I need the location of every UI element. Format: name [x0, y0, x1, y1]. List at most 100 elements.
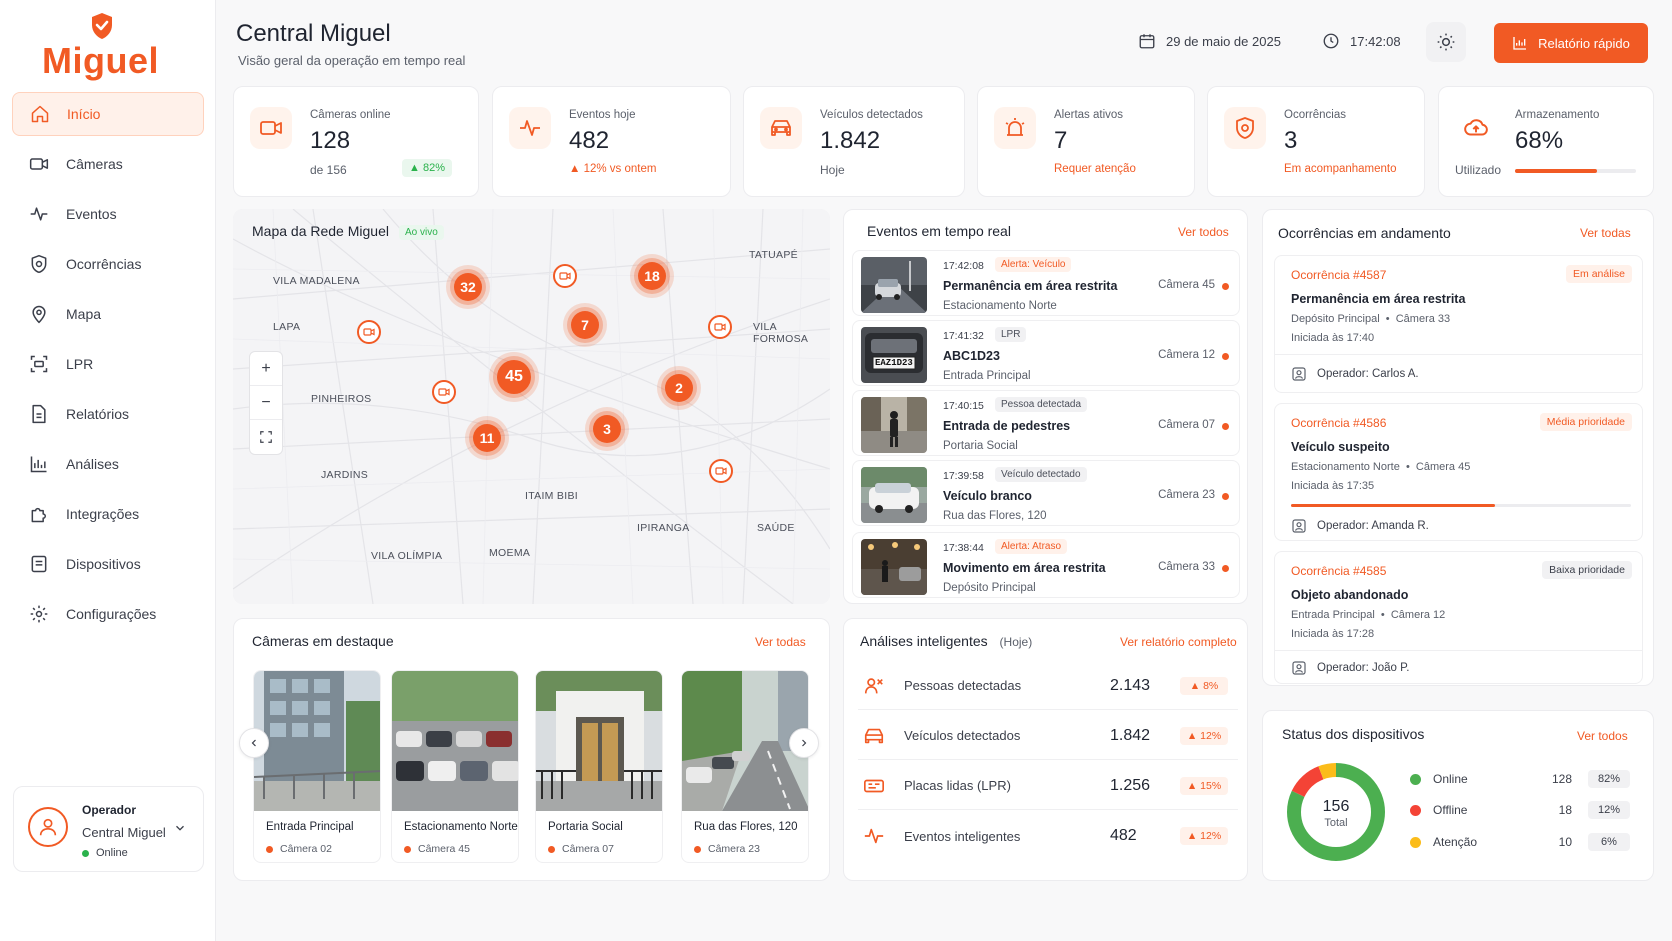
occurrences-see-all-link[interactable]: Ver todas: [1580, 226, 1631, 240]
map-cluster[interactable]: 3: [585, 407, 629, 451]
camera-pin-icon[interactable]: [709, 459, 733, 483]
sidebar-item-dispositivos[interactable]: Dispositivos: [12, 542, 204, 586]
kpi-label: Câmeras online: [310, 109, 391, 121]
camera-card[interactable]: Portaria Social Câmera 07: [535, 670, 663, 863]
theme-toggle-button[interactable]: [1426, 22, 1466, 62]
kpi-sub: Requer atenção: [1054, 163, 1136, 175]
operator-name: Operador: Amanda R.: [1317, 520, 1429, 532]
kpi-alerts[interactable]: Alertas ativos 7 Requer atenção: [977, 86, 1195, 197]
event-row[interactable]: 17:42:08 Alerta: Veículo Permanência em …: [852, 250, 1240, 316]
sidebar-item-inicio[interactable]: Início: [12, 92, 204, 136]
event-title: Veículo branco: [943, 489, 1032, 503]
header-date: 29 de maio de 2025: [1138, 32, 1281, 50]
carousel-next-button[interactable]: [789, 728, 819, 758]
camera-preview: [536, 671, 662, 811]
operator-role: Operador: [82, 803, 137, 817]
realtime-see-all-link[interactable]: Ver todos: [1178, 225, 1229, 239]
event-tag: Alerta: Atraso: [995, 539, 1068, 554]
occurrence-item[interactable]: Ocorrência #4585 Baixa prioridade Objeto…: [1274, 551, 1643, 684]
event-row[interactable]: 17:38:44 Alerta: Atraso Movimento em áre…: [852, 532, 1240, 598]
occurrence-item[interactable]: Ocorrência #4587 Em análise Permanência …: [1274, 255, 1643, 393]
network-map[interactable]: VILA MADALENA TATUAPÉ LAPA VILA FORMOSA …: [233, 209, 830, 604]
sidebar-item-lpr[interactable]: LPR: [12, 342, 204, 386]
kpi-events[interactable]: Eventos hoje 482 ▲ 12% vs ontem: [492, 86, 731, 197]
sidebar-item-mapa[interactable]: Mapa: [12, 292, 204, 336]
camera-pin-icon[interactable]: [432, 380, 456, 404]
operator-name: Operador: Carlos A.: [1317, 368, 1419, 380]
occurrence-title: Permanência em área restrita: [1291, 292, 1466, 306]
map-cluster[interactable]: 18: [630, 254, 674, 298]
kpi-occurrences[interactable]: Ocorrências 3 Em acompanhamento: [1207, 86, 1425, 197]
carousel-prev-button[interactable]: [239, 728, 269, 758]
storage-bar: [1515, 169, 1636, 173]
analytics-title: Análises inteligentes (Hoje): [860, 633, 1032, 649]
device-status-row: Atenção 10 6%: [1410, 832, 1630, 852]
analytics-full-report-link[interactable]: Ver relatório completo: [1120, 635, 1237, 649]
map-place-label: MOEMA: [489, 547, 531, 559]
map-cluster[interactable]: 45: [489, 352, 539, 402]
kpi-label: Ocorrências: [1284, 109, 1346, 121]
device-status-row: Offline 18 12%: [1410, 800, 1630, 820]
map-place-label: JARDINS: [321, 469, 369, 481]
event-title: Movimento em área restrita: [943, 561, 1106, 575]
sidebar-item-integracoes[interactable]: Integrações: [12, 492, 204, 536]
camera-card-id: Câmera 45: [404, 843, 470, 855]
quick-report-button[interactable]: Relatório rápido: [1494, 23, 1648, 63]
kpi-vehicles[interactable]: Veículos detectados 1.842 Hoje: [743, 86, 965, 197]
puzzle-icon: [28, 503, 50, 525]
kpi-sub: de 156: [310, 163, 347, 177]
zoom-in-button[interactable]: +: [250, 352, 282, 386]
kpi-storage[interactable]: Armazenamento 68% Utilizado: [1438, 86, 1654, 197]
zoom-out-button[interactable]: −: [250, 386, 282, 420]
featured-see-all-link[interactable]: Ver todas: [755, 635, 806, 649]
chevron-down-icon[interactable]: [173, 821, 187, 835]
cluster-count: 18: [638, 262, 666, 290]
camera-card[interactable]: Rua das Flores, 120 Câmera 23: [681, 670, 809, 863]
user-icon: [1292, 661, 1306, 675]
analytics-label: Veículos detectados: [904, 728, 1021, 743]
camera-card[interactable]: Estacionamento Norte Câmera 45: [391, 670, 519, 863]
people-icon: [864, 677, 883, 693]
analytics-row: Veículos detectados 1.842 ▲ 12%: [858, 712, 1238, 760]
shield-icon: [1224, 107, 1266, 149]
sidebar-item-eventos[interactable]: Eventos: [12, 192, 204, 236]
event-row[interactable]: EAZ1D23 17:41:32 LPR ABC1D23 Entrada Pri…: [852, 320, 1240, 386]
occurrence-camera: Câmera 45: [1415, 461, 1471, 473]
map-cluster[interactable]: 2: [657, 366, 701, 410]
fullscreen-button[interactable]: [250, 420, 282, 454]
camera-card[interactable]: Entrada Principal Câmera 02: [253, 670, 381, 863]
map-cluster[interactable]: 32: [446, 265, 490, 309]
sidebar-item-analises[interactable]: Análises: [12, 442, 204, 486]
sidebar-nav: Início Câmeras Eventos Ocorrências Mapa …: [12, 92, 204, 642]
occurrence-status: Média prioridade: [1539, 413, 1632, 431]
sidebar-item-relatorios[interactable]: Relatórios: [12, 392, 204, 436]
kpi-label: Armazenamento: [1515, 109, 1600, 121]
license-plate-icon: [864, 779, 884, 792]
event-title: ABC1D23: [943, 349, 1000, 363]
brand-logo[interactable]: Miguel: [42, 12, 182, 81]
report-chart-icon: [1513, 37, 1527, 50]
analytics-change-value: 15%: [1200, 779, 1222, 792]
sidebar-item-ocorrencias[interactable]: Ocorrências: [12, 242, 204, 286]
event-time: 17:41:32: [943, 330, 984, 342]
kpi-cameras[interactable]: Câmeras online 128 de 156 ▲ 82%: [233, 86, 479, 197]
event-row[interactable]: 17:39:58 Veículo detectado Veículo branc…: [852, 460, 1240, 526]
analytics-value: 2.143: [1110, 676, 1151, 694]
occurrence-location: Entrada Principal • Câmera 12: [1291, 609, 1446, 621]
occurrence-item[interactable]: Ocorrência #4586 Média prioridade Veícul…: [1274, 403, 1643, 541]
event-row[interactable]: 17:40:15 Pessoa detectada Entrada de ped…: [852, 390, 1240, 456]
camera-pin-icon[interactable]: [553, 264, 577, 288]
event-camera: Câmera 12: [1158, 349, 1215, 361]
sidebar-item-configuracoes[interactable]: Configurações: [12, 592, 204, 636]
operator-card[interactable]: Operador Central Miguel Online: [13, 786, 204, 872]
operator-status: Online: [82, 847, 128, 859]
storage-bar-fill: [1515, 169, 1598, 173]
sidebar-item-cameras[interactable]: Câmeras: [12, 142, 204, 186]
map-place-label: VILA MADALENA: [273, 275, 360, 287]
camera-pin-icon[interactable]: [708, 315, 732, 339]
map-cluster[interactable]: 11: [465, 416, 509, 460]
event-time: 17:42:08: [943, 260, 984, 272]
map-cluster[interactable]: 7: [563, 303, 607, 347]
device-status-see-all-link[interactable]: Ver todos: [1577, 729, 1628, 743]
camera-pin-icon[interactable]: [357, 320, 381, 344]
